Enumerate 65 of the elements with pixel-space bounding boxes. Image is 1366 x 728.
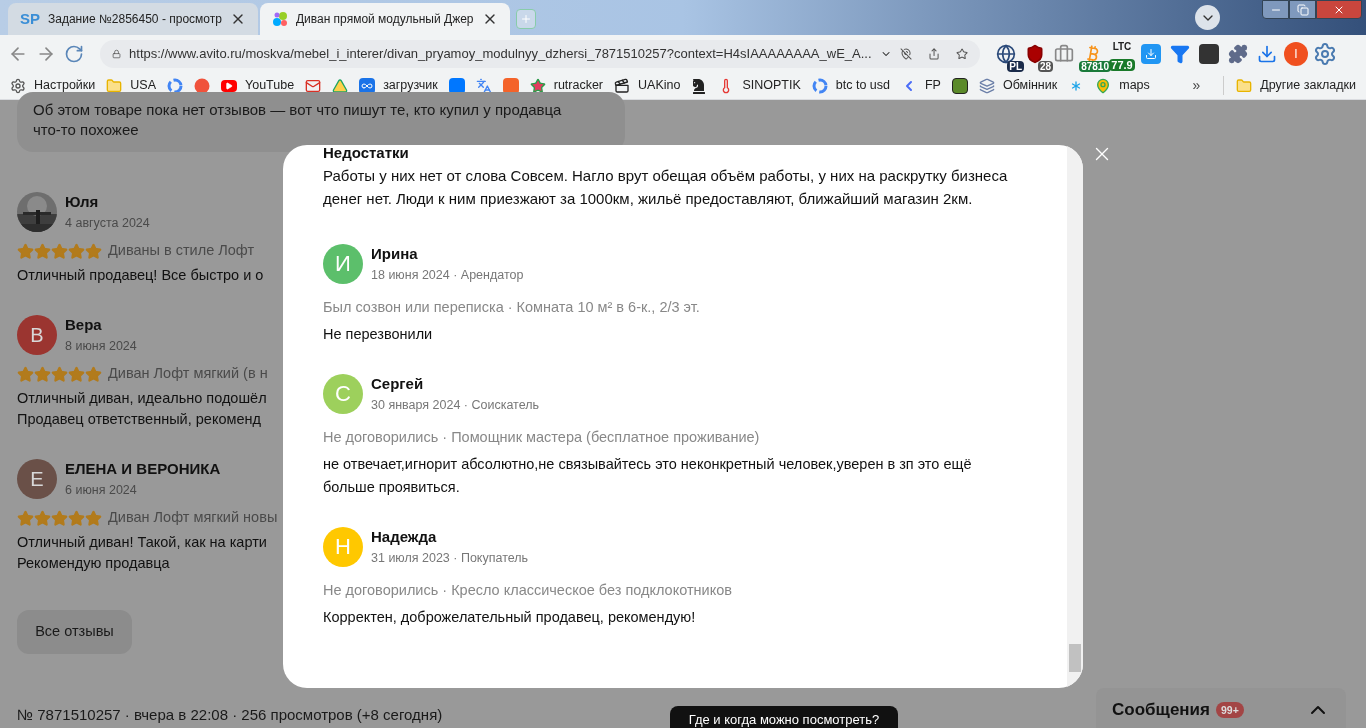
extension-badge: 77.9 [1109,58,1135,71]
browser-tab[interactable]: Диван прямой модульный Джер [259,3,510,35]
review-date: 18 июня 2024 · Арендатор [371,266,524,284]
messages-label: Сообщения [1112,699,1210,722]
browser-tab[interactable]: SP Задание №2856450 - просмотр [8,3,258,35]
extension-button[interactable]: I [1282,39,1310,68]
review-meta: Не договорились · Кресло классическое без подклокотников [323,581,733,601]
bookmark[interactable]: maps [1095,76,1150,95]
notice-text: Об этом товаре пока нет отзывов — вот что пишут те, кто купил у продавца что-то похожее [33,100,563,140]
ticker-label: LTC [1112,41,1132,52]
reviewer-name: Надежда [371,527,438,547]
product-name: Диваны в стиле Лофт [108,241,255,261]
address-bar[interactable]: https://www.avito.ru/moskva/mebel_i_interer/divan_pryamoy_modulnyy_dzhersi_7871510257?context=H4sIAAAAAAAA_wE_A... [100,39,980,68]
reviewer-name: Юля [65,192,100,212]
review-text: Отличный диван! Такой, как на карти [17,533,267,552]
review-date: 4 августа 2024 [65,214,150,232]
all-reviews-button[interactable]: Все отзывы [17,610,132,654]
bookmark[interactable]: USA [106,76,156,95]
more-bookmarks-button[interactable]: » [1192,75,1201,96]
review-meta: Не договорились · Помощник мастера (бесплатное проживание) [323,428,761,448]
avatar: Н [323,526,363,567]
other-bookmarks[interactable]: Другие закладки [1223,76,1356,95]
review-date: 8 июня 2024 [65,337,137,355]
review-text: Корректен, доброжелательный продавец, рекомендую! [323,608,697,627]
review-meta: Был созвон или переписка · Комната 10 м² в 6-к., 2/3 эт. [323,298,701,318]
avatar: И [323,243,363,284]
product-name: Диван Лофт мягкий (в н [108,364,268,384]
section-title: Недостатки [323,145,410,162]
messages-panel[interactable]: Сообщения 99+ [1096,688,1346,728]
reviewer-name: Ирина [371,244,419,264]
review-text: Отличный продавец! Все быстро и о [17,266,264,285]
reviewer-name: ЕЛЕНА И ВЕРОНИКА [65,459,221,479]
unread-badge: 99+ [1216,702,1244,718]
review-text: Рекомендую продавца [17,554,170,573]
avatar: Е [17,458,57,499]
bookmark[interactable]: Обмінник [978,76,1058,95]
tab-title: Задание №2856450 - просмотр [48,11,222,28]
review-date: 31 июля 2023 · Покупатель [371,549,529,567]
bookmark[interactable]: UAKino [614,76,681,95]
avatar: В [17,314,57,355]
listing-info: № 7871510257 · вчера в 22:08 · 256 просмотров (+8 сегодня) [17,705,443,725]
bookmark[interactable]: FP [901,76,941,95]
review-text: Продавец ответственный, рекоменд [17,410,261,429]
extension-badge: 87810 [1079,60,1111,72]
extension-badge: PL [1007,60,1024,72]
section-text: Работы у них нет от слова Совсем. Нагло врут обещая объём работы, у них на раскрутку бизнеса денег нет. Люди к ним приезжают за 1000км, жильё предоставляют, ближайший магазин 2км. [323,166,1009,209]
extension-button[interactable]: LTC 77.9 [1108,39,1136,68]
extension-badge: 28 [1037,60,1053,72]
review-text: Не перезвонили [323,325,434,344]
reviewer-name: Сергей [371,374,425,394]
avatar: С [323,373,363,414]
bookmark[interactable]: Настройки [10,76,96,95]
review-date: 30 января 2024 · Соискатель [371,396,540,414]
tab-favicon: SP [20,8,40,29]
viewing-info-button[interactable]: Где и когда можно посмотреть? [670,706,898,728]
bookmark[interactable]: rutracker [529,76,604,95]
bookmark[interactable]: btc to usd [811,76,890,95]
review-text: Отличный диван, идеально подошёл [17,389,267,408]
product-name: Диван Лофт мягкий новы [108,508,278,528]
bookmark[interactable]: SINOPTIK [718,76,801,95]
reviewer-name: Вера [65,315,103,335]
review-text: не отвечает,игнорит абсолютно,не связывайтесь это неконкретный человек,уверен в зп это ещё больше проявиться. [323,455,973,497]
review-date: 6 июня 2024 [65,481,138,499]
tab-title: Диван прямой модульный Джер [295,11,474,28]
url-text: https://www.avito.ru/moskva/mebel_i_interer/divan_pryamoy_modulnyy_dzhersi_7871510257?context=H4sIAAAAAAAA_wE_A... [129,44,872,63]
